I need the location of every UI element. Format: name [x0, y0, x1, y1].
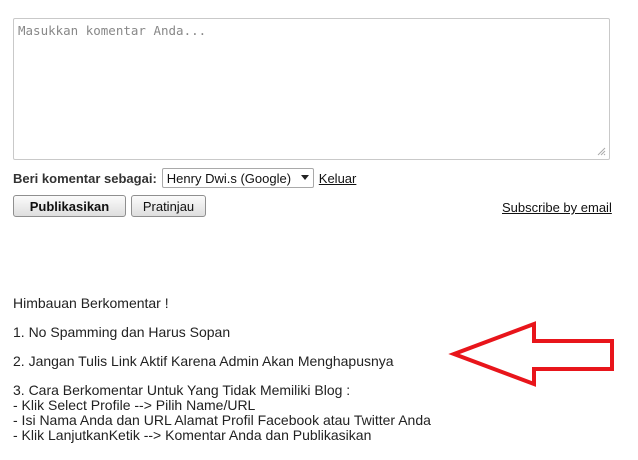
comment-guidelines: Himbauan Berkomentar ! 1. No Spamming da…: [13, 296, 453, 443]
subscribe-by-email-link[interactable]: Subscribe by email: [502, 200, 612, 215]
comment-textarea[interactable]: [13, 18, 610, 160]
identity-selected-value: Henry Dwi.s (Google): [166, 170, 292, 186]
left-arrow-icon: [448, 321, 614, 387]
guideline-rule: 3. Cara Berkomentar Untuk Yang Tidak Mem…: [13, 382, 351, 398]
identity-select[interactable]: Henry Dwi.s (Google): [161, 168, 314, 188]
identity-label: Beri komentar sebagai:: [13, 170, 157, 186]
guideline-rule: 2. Jangan Tulis Link Aktif Karena Admin …: [13, 353, 394, 369]
guideline-step: - Isi Nama Anda dan URL Alamat Profil Fa…: [13, 412, 431, 428]
guidelines-heading: Himbauan Berkomentar !: [13, 295, 169, 311]
guideline-step: - Klik LanjutkanKetik --> Komentar Anda …: [13, 427, 372, 443]
publish-button[interactable]: Publikasikan: [13, 195, 126, 217]
chevron-down-icon: [300, 175, 309, 180]
guideline-rule: 1. No Spamming dan Harus Sopan: [13, 324, 231, 340]
resize-grip-icon[interactable]: [596, 146, 606, 156]
guideline-step: - Klik Select Profile --> Pilih Name/URL: [13, 397, 256, 413]
preview-button[interactable]: Pratinjau: [131, 195, 206, 217]
logout-link[interactable]: Keluar: [319, 171, 357, 186]
comment-identity-row: Beri komentar sebagai: Henry Dwi.s (Goog…: [13, 167, 356, 189]
